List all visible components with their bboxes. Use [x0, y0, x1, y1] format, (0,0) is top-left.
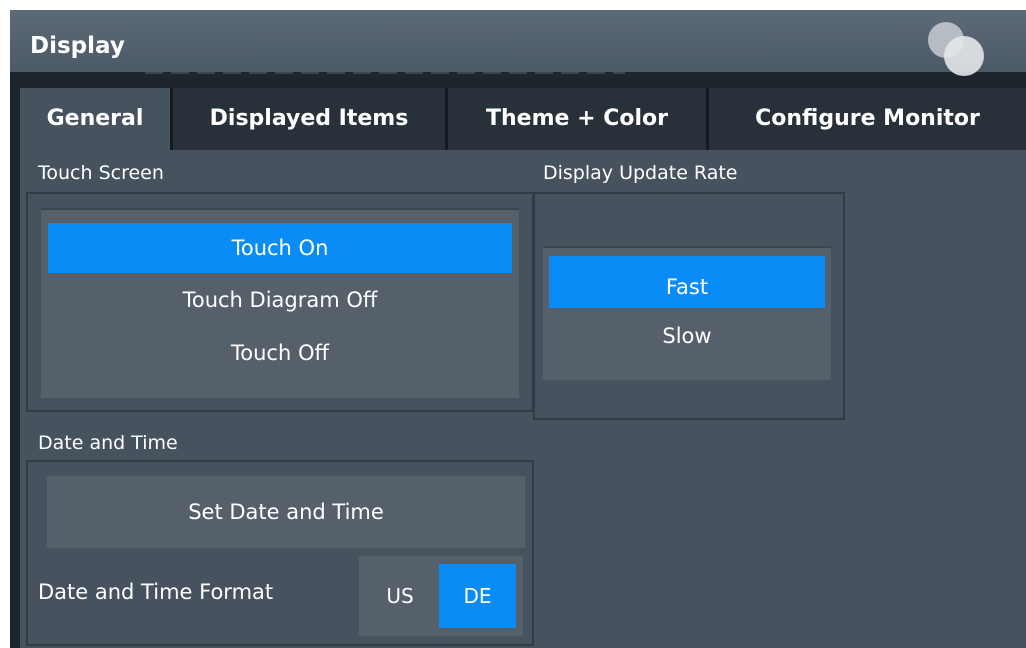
dialog-title: Display — [30, 33, 125, 59]
option-slow[interactable]: Slow — [549, 310, 825, 362]
option-touch-diagram-off[interactable]: Touch Diagram Off — [48, 276, 512, 324]
option-touch-off[interactable]: Touch Off — [48, 328, 512, 378]
set-date-time-button[interactable]: Set Date and Time — [47, 476, 525, 548]
display-dialog: Display General Displayed Items Theme + … — [10, 10, 1026, 648]
date-time-format-toggle[interactable]: US DE — [359, 556, 523, 636]
tab-displayed-items[interactable]: Displayed Items — [173, 88, 445, 150]
option-fast[interactable]: Fast — [549, 256, 825, 308]
tab-general[interactable]: General — [20, 88, 170, 150]
rohde-schwarz-logo-icon — [926, 22, 992, 76]
format-option-de[interactable]: DE — [439, 564, 516, 628]
tab-bar: General Displayed Items Theme + Color Co… — [20, 88, 1026, 150]
touch-screen-listbox[interactable]: Touch On Touch Diagram Off Touch Off — [41, 208, 519, 398]
title-bar-divider — [145, 72, 625, 74]
logo-circle-front — [944, 36, 984, 76]
tab-configure-monitor[interactable]: Configure Monitor — [709, 88, 1026, 150]
tab-theme-color[interactable]: Theme + Color — [448, 88, 706, 150]
display-update-rate-label: Display Update Rate — [543, 162, 738, 184]
title-bar[interactable]: Display — [10, 10, 1026, 76]
display-update-rate-group: Fast Slow — [533, 192, 845, 420]
general-tab-content: Touch Screen Touch On Touch Diagram Off … — [20, 150, 1026, 648]
date-time-label: Date and Time — [38, 432, 178, 454]
update-rate-listbox[interactable]: Fast Slow — [543, 246, 831, 380]
touch-screen-group: Touch On Touch Diagram Off Touch Off — [26, 192, 534, 412]
format-option-us[interactable]: US — [365, 564, 435, 628]
date-time-group: Set Date and Time Date and Time Format U… — [26, 460, 534, 646]
touch-screen-label: Touch Screen — [38, 162, 164, 184]
date-time-format-label: Date and Time Format — [38, 580, 274, 604]
option-touch-on[interactable]: Touch On — [48, 223, 512, 273]
